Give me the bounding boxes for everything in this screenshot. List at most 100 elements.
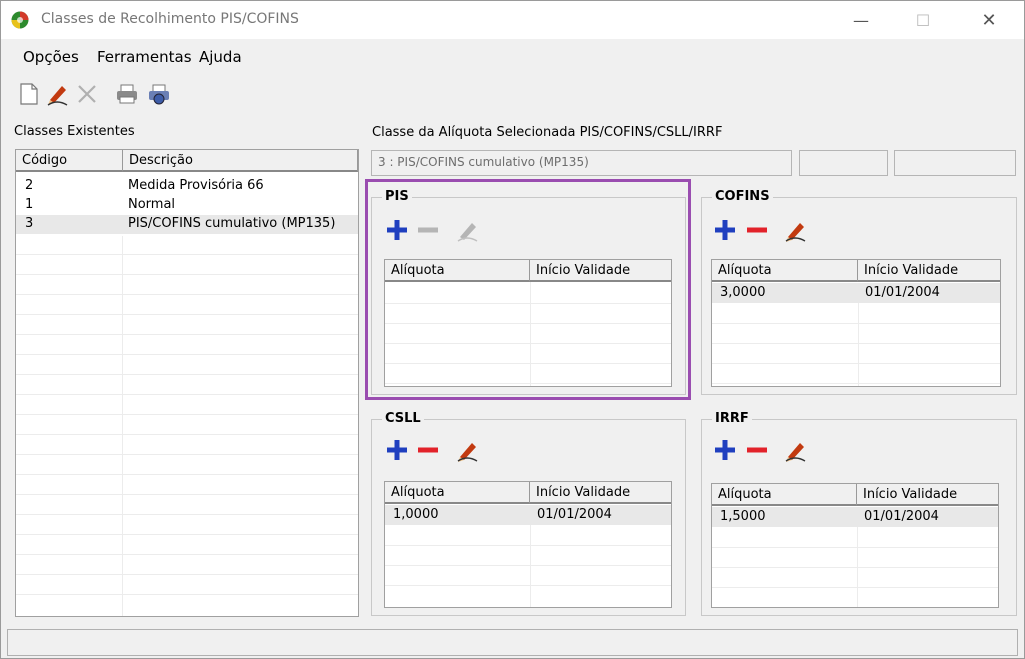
grid-divider	[385, 585, 671, 586]
list-item-desc: Medida Provisória 66	[128, 178, 264, 193]
edit-pencil-icon[interactable]	[454, 437, 480, 463]
list-item[interactable]: 2 Medida Provisória 66	[16, 177, 358, 196]
edit-pencil-icon[interactable]	[45, 81, 69, 107]
aux-field-2[interactable]	[894, 150, 1016, 176]
start-date-cell: 01/01/2004	[864, 509, 939, 524]
table-row[interactable]: 3,0000 01/01/2004	[712, 283, 1000, 303]
table-row[interactable]: 1,5000 01/01/2004	[712, 507, 998, 527]
list-item-code: 3	[25, 216, 34, 231]
close-button[interactable]: ✕	[966, 1, 1012, 39]
grid-divider	[16, 254, 358, 255]
grid-divider	[712, 363, 1000, 364]
grid-divider	[16, 454, 358, 455]
selected-class-label: Classe da Alíquota Selecionada PIS/COFIN…	[372, 125, 723, 140]
grid-divider	[16, 594, 358, 595]
print-icon[interactable]	[115, 81, 139, 107]
grid-divider	[385, 545, 671, 546]
grid-divider	[16, 414, 358, 415]
print-preview-icon[interactable]	[147, 81, 171, 107]
classes-list[interactable]: Código Descrição 2 Medida Provisória 66 …	[15, 149, 359, 617]
column-header-inicio-validade[interactable]: Início Validade	[857, 484, 998, 506]
column-header-aliquota[interactable]: Alíquota	[712, 484, 857, 506]
grid-divider	[16, 314, 358, 315]
rate-cell: 3,0000	[720, 285, 766, 300]
grid-divider	[16, 474, 358, 475]
rate-cell: 1,0000	[393, 507, 439, 522]
csll-group: CSLL Alíquota Início Validade 1,0000 01/…	[371, 411, 686, 616]
menu-ferramentas[interactable]: Ferramentas	[97, 48, 192, 66]
cofins-group: COFINS Alíquota Início Validade 3,0000 0…	[701, 189, 1017, 395]
grid-divider	[16, 294, 358, 295]
grid-divider	[712, 323, 1000, 324]
title-bar: Classes de Recolhimento PIS/COFINS — ☐ ✕	[1, 1, 1024, 39]
grid-divider	[16, 354, 358, 355]
grid-divider	[16, 554, 358, 555]
group-title: COFINS	[712, 189, 773, 204]
column-header-codigo[interactable]: Código	[16, 150, 123, 172]
selected-class-field[interactable]: 3 : PIS/COFINS cumulativo (MP135)	[371, 150, 792, 176]
group-title: IRRF	[712, 411, 752, 426]
grid-divider	[712, 567, 998, 568]
column-header-aliquota[interactable]: Alíquota	[385, 482, 530, 504]
window-title: Classes de Recolhimento PIS/COFINS	[41, 11, 299, 27]
grid-divider	[16, 534, 358, 535]
grid-divider	[712, 383, 1000, 384]
grid-divider	[16, 274, 358, 275]
new-document-icon[interactable]	[17, 81, 41, 107]
aux-field-1[interactable]	[799, 150, 888, 176]
minimize-button[interactable]: —	[838, 1, 884, 39]
existing-classes-label: Classes Existentes	[14, 124, 135, 139]
add-icon[interactable]	[384, 437, 410, 463]
list-item-selected[interactable]: 3 PIS/COFINS cumulativo (MP135)	[16, 215, 358, 234]
cofins-rates-table[interactable]: Alíquota Início Validade 3,0000 01/01/20…	[711, 259, 1001, 387]
remove-icon[interactable]	[415, 437, 441, 463]
list-item-code: 1	[25, 197, 34, 212]
add-icon[interactable]	[712, 437, 738, 463]
delete-x-icon[interactable]	[75, 81, 99, 107]
grid-divider	[16, 334, 358, 335]
toolbar	[1, 77, 301, 113]
irrf-rates-table[interactable]: Alíquota Início Validade 1,5000 01/01/20…	[711, 483, 999, 608]
grid-divider	[16, 494, 358, 495]
grid-divider	[712, 547, 998, 548]
column-header-aliquota[interactable]: Alíquota	[712, 260, 858, 282]
close-icon: ✕	[981, 9, 997, 31]
main-window: Classes de Recolhimento PIS/COFINS — ☐ ✕…	[0, 0, 1025, 659]
grid-divider	[712, 587, 998, 588]
add-icon[interactable]	[712, 217, 738, 243]
edit-pencil-icon[interactable]	[782, 437, 808, 463]
column-header-inicio-validade[interactable]: Início Validade	[858, 260, 1000, 282]
maximize-button[interactable]: ☐	[900, 1, 946, 39]
list-item-desc: Normal	[128, 197, 176, 212]
start-date-cell: 01/01/2004	[865, 285, 940, 300]
status-bar	[7, 629, 1018, 656]
menu-ajuda[interactable]: Ajuda	[199, 48, 242, 66]
csll-rates-table[interactable]: Alíquota Início Validade 1,0000 01/01/20…	[384, 481, 672, 608]
pis-focus-highlight	[365, 179, 691, 400]
maximize-icon: ☐	[915, 10, 931, 30]
list-item-desc: PIS/COFINS cumulativo (MP135)	[128, 216, 336, 231]
grid-divider	[858, 303, 859, 386]
menu-opcoes[interactable]: Opções	[23, 48, 79, 66]
table-row[interactable]: 1,0000 01/01/2004	[385, 505, 671, 525]
grid-divider	[712, 343, 1000, 344]
start-date-cell: 01/01/2004	[537, 507, 612, 522]
list-item-code: 2	[25, 178, 34, 193]
grid-divider	[16, 514, 358, 515]
grid-divider	[16, 434, 358, 435]
edit-pencil-icon[interactable]	[782, 217, 808, 243]
grid-divider	[385, 565, 671, 566]
grid-divider	[16, 574, 358, 575]
remove-icon[interactable]	[744, 437, 770, 463]
app-globe-icon	[11, 11, 29, 29]
column-header-inicio-validade[interactable]: Início Validade	[530, 482, 671, 504]
group-title: CSLL	[382, 411, 424, 426]
menu-bar: Opções Ferramentas Ajuda	[1, 39, 1024, 73]
grid-divider	[530, 525, 531, 607]
list-item[interactable]: 1 Normal	[16, 196, 358, 215]
minimize-icon: —	[853, 10, 869, 30]
grid-divider	[16, 374, 358, 375]
column-header-descricao[interactable]: Descrição	[123, 150, 358, 172]
remove-icon[interactable]	[744, 217, 770, 243]
rate-cell: 1,5000	[720, 509, 766, 524]
